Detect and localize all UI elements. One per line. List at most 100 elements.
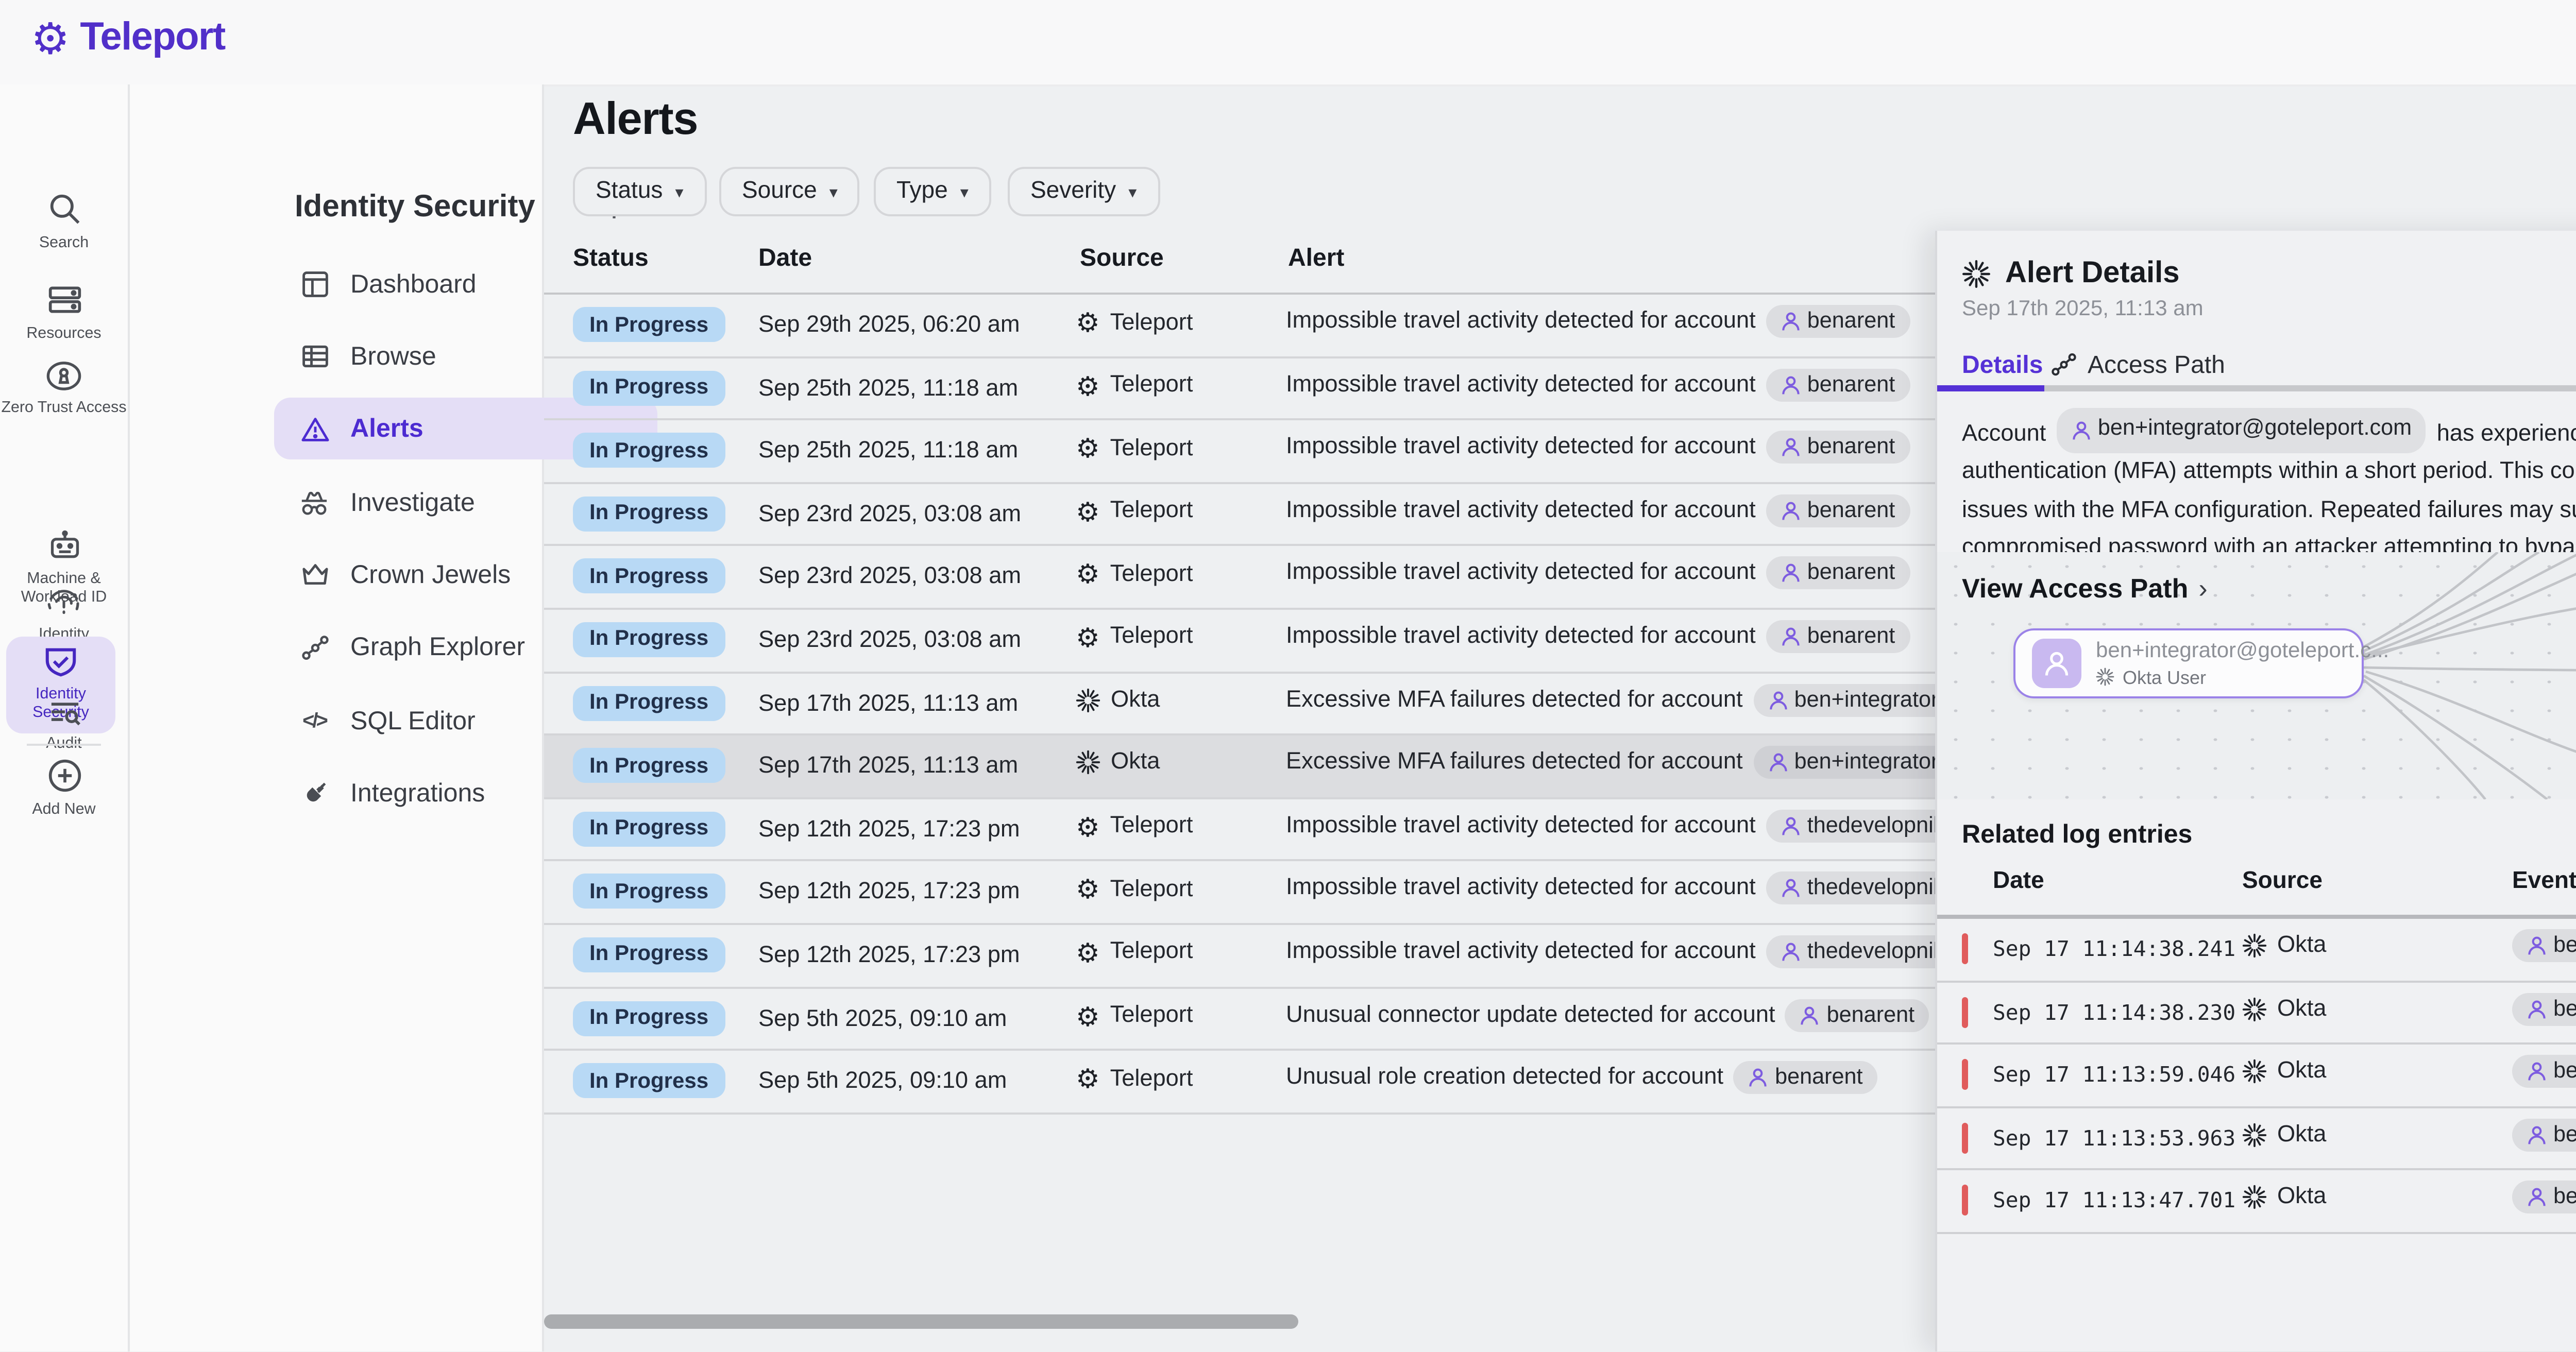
- table-icon: [299, 342, 330, 371]
- person-icon: [2527, 1062, 2547, 1082]
- table-row[interactable]: In ProgressSep 29th 2025, 06:20 am⚙Telep…: [544, 295, 1935, 357]
- column-header: Source: [2242, 869, 2323, 894]
- sidebar-item-label: Dashboard: [350, 270, 477, 299]
- alert-message: Impossible travel activity detected for …: [1286, 561, 1756, 586]
- alert-source: ⚙Teleport: [1076, 1066, 1193, 1092]
- tab-access-path[interactable]: Access Path: [2050, 350, 2225, 379]
- account-name: ben+integrator@goteleport.com: [2553, 996, 2576, 1021]
- account-name: benarent: [1807, 435, 1895, 460]
- tab-details[interactable]: Details: [1962, 350, 2043, 379]
- account-name: benarent: [1807, 561, 1895, 586]
- source-label: Okta: [2277, 1186, 2326, 1210]
- tab-label: Details: [1962, 350, 2043, 379]
- horizontal-scrollbar[interactable]: [544, 1314, 1298, 1329]
- account-chip[interactable]: ben+integrator@goteleport.com: [2057, 408, 2426, 453]
- status-badge: In Progress: [573, 1000, 725, 1035]
- log-row[interactable]: Sep 17 11:13:53.963Oktaben+integrator@go…: [1937, 1108, 2576, 1171]
- log-source: Okta: [2242, 1059, 2326, 1084]
- account-chip[interactable]: benarent: [1766, 431, 1910, 464]
- view-access-path-link[interactable]: View Access Path ›: [1962, 573, 2208, 604]
- log-row[interactable]: Sep 17 11:13:59.046Oktaben+integrator@go…: [1937, 1045, 2576, 1108]
- table-row[interactable]: In ProgressSep 17th 2025, 11:13 amOktaEx…: [544, 673, 1935, 735]
- log-source: Okta: [2242, 933, 2326, 958]
- account-chip[interactable]: benarent: [1766, 494, 1910, 527]
- teleport-icon: ⚙: [1076, 561, 1100, 588]
- alert-text: Excessive MFA failures detected for acco…: [1286, 746, 1935, 779]
- table-row[interactable]: In ProgressSep 12th 2025, 17:23 pm⚙Telep…: [544, 862, 1935, 925]
- account-chip[interactable]: thedevelopnik: [1766, 809, 1935, 842]
- filter-type[interactable]: Type ▾: [874, 167, 991, 216]
- alert-date: Sep 12th 2025, 17:23 pm: [758, 880, 1020, 905]
- account-chip[interactable]: thedevelopnik: [1766, 872, 1935, 905]
- filter-source[interactable]: Source ▾: [719, 167, 860, 216]
- column-header[interactable]: Source: [1080, 243, 1164, 272]
- account-chip[interactable]: benarent: [1766, 620, 1910, 653]
- filter-severity[interactable]: Severity ▾: [1008, 167, 1159, 216]
- graph-node-okta-user[interactable]: ben+integrator@goteleport.c... Okta User: [2013, 628, 2364, 698]
- column-header[interactable]: Alert: [1288, 243, 1344, 272]
- account-chip[interactable]: benarent: [1766, 368, 1910, 401]
- account-chip[interactable]: benarent: [1786, 998, 1929, 1031]
- log-row[interactable]: Sep 17 11:13:47.701 Okta ben+integrator@go…: [1937, 1171, 2576, 1234]
- account-chip[interactable]: ben+integrator@goteleport.com: [2512, 1182, 2576, 1214]
- status-badge: In Progress: [573, 433, 725, 468]
- person-icon: [1768, 752, 1788, 773]
- list-search-icon: [46, 698, 81, 727]
- account-chip[interactable]: ben+integrator@goteleport.com: [2512, 1118, 2576, 1151]
- account-chip[interactable]: thedevelopnik: [1766, 935, 1935, 968]
- account-name: ben+integrator@goteleport.com: [1794, 687, 1935, 712]
- alert-date: Sep 23rd 2025, 03:08 am: [758, 566, 1021, 590]
- sidebar-item-zero-trust-access[interactable]: Zero Trust Access: [0, 361, 128, 417]
- log-event: ben+integrator@goteleport.comlogged into…: [2512, 929, 2576, 962]
- secondary-sidebar: Identity Security Dashboard Browse Alert…: [130, 84, 544, 1352]
- account-chip[interactable]: ben+integrator@goteleport.com: [2512, 992, 2576, 1025]
- status-badge: In Progress: [573, 937, 725, 972]
- alert-message: Impossible travel activity detected for …: [1286, 309, 1756, 334]
- sidebar-item-add-new[interactable]: Add New: [0, 758, 128, 819]
- sidebar-item-resources[interactable]: Resources: [0, 282, 128, 343]
- log-row[interactable]: Sep 17 11:14:38.230Oktaben+integrator@go…: [1937, 982, 2576, 1045]
- log-table-header: Date Source Event: [1937, 869, 2576, 911]
- table-row[interactable]: In ProgressSep 17th 2025, 11:13 amOktaEx…: [544, 736, 1935, 799]
- log-row[interactable]: Sep 17 11:14:38.241Oktaben+integrator@go…: [1937, 919, 2576, 982]
- account-chip[interactable]: benarent: [1766, 305, 1910, 338]
- sidebar-item-search[interactable]: Search: [0, 192, 128, 252]
- table-row[interactable]: In ProgressSep 25th 2025, 11:18 am⚙Telep…: [544, 357, 1935, 420]
- page-title: Alerts: [573, 93, 698, 146]
- table-row[interactable]: In ProgressSep 5th 2025, 09:10 am⚙Telepo…: [544, 988, 1935, 1051]
- account-chip[interactable]: ben+integrator@goteleport.com: [2512, 1055, 2576, 1088]
- person-icon: [1781, 500, 1801, 521]
- sidebar-item-label: Integrations: [350, 779, 485, 808]
- filter-status[interactable]: Status ▾: [573, 167, 706, 216]
- account-name: benarent: [1807, 372, 1895, 397]
- account-chip[interactable]: benarent: [1734, 1062, 1877, 1094]
- table-row[interactable]: In ProgressSep 12th 2025, 17:23 pm⚙Telep…: [544, 925, 1935, 988]
- severity-bar: [1962, 1059, 1967, 1090]
- alert-source: ⚙Teleport: [1076, 939, 1193, 966]
- alert-message: Impossible travel activity detected for …: [1286, 498, 1756, 523]
- table-row[interactable]: In ProgressSep 23rd 2025, 03:08 am⚙Telep…: [544, 484, 1935, 546]
- person-icon: [2527, 1124, 2547, 1145]
- account-chip[interactable]: benarent: [1766, 557, 1910, 590]
- teleport-logo[interactable]: ⚙ Teleport: [31, 16, 225, 62]
- alert-date: Sep 5th 2025, 09:10 am: [758, 1070, 1007, 1094]
- alert-date: Sep 5th 2025, 09:10 am: [758, 1006, 1007, 1031]
- table-row[interactable]: In ProgressSep 25th 2025, 11:18 am⚙Telep…: [544, 421, 1935, 484]
- account-chip[interactable]: ben+integrator@goteleport.com: [1753, 683, 1935, 716]
- okta-icon: [2096, 668, 2114, 687]
- account-chip[interactable]: ben+integrator@goteleport.com: [1753, 746, 1935, 779]
- log-date: Sep 17 11:13:47.701: [1993, 1190, 2235, 1214]
- table-row[interactable]: In Progress Sep 5th 2025, 09:10 am ⚙Telepo…: [544, 1051, 1935, 1114]
- account-chip[interactable]: ben+integrator@goteleport.com: [2512, 929, 2576, 962]
- column-header[interactable]: Status: [573, 243, 649, 272]
- alert-message: Impossible travel activity detected for …: [1286, 372, 1756, 397]
- teleport-icon: ⚙: [1076, 1066, 1100, 1092]
- severity-bar: [1962, 996, 1967, 1027]
- table-row[interactable]: In ProgressSep 23rd 2025, 03:08 am⚙Telep…: [544, 610, 1935, 673]
- table-row[interactable]: In ProgressSep 12th 2025, 17:23 pm⚙Telep…: [544, 799, 1935, 862]
- alert-text: Impossible travel activity detected for …: [1286, 935, 1935, 968]
- alert-triangle-icon: [299, 415, 330, 442]
- status-badge: In Progress: [573, 1064, 725, 1099]
- table-row[interactable]: In ProgressSep 23rd 2025, 03:08 am⚙Telep…: [544, 547, 1935, 610]
- column-header[interactable]: Date: [758, 243, 812, 272]
